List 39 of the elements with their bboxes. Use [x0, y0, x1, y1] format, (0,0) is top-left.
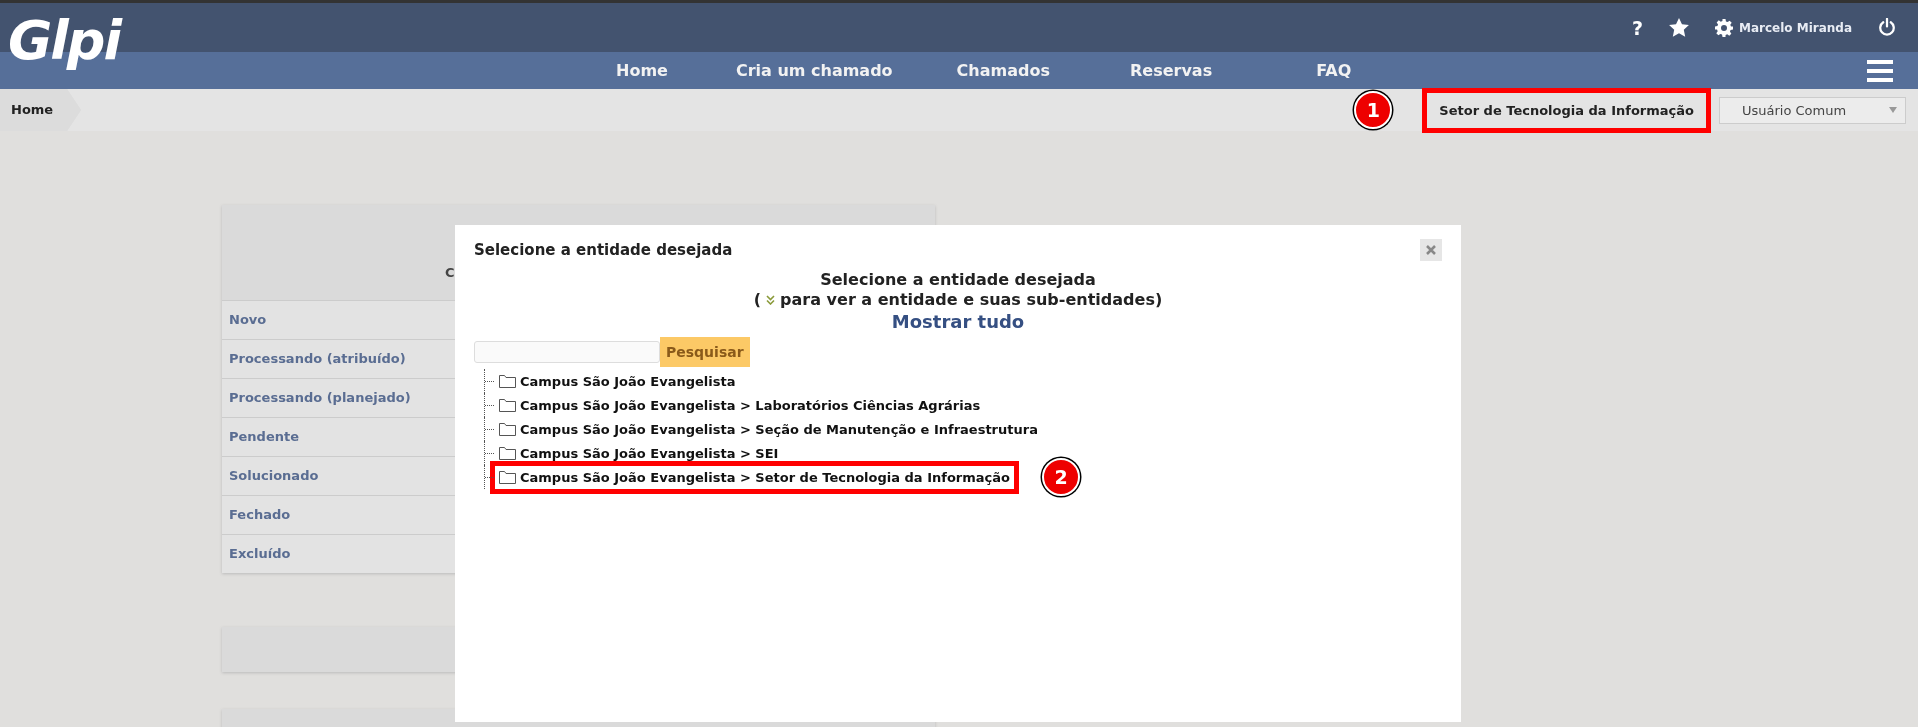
gear-icon[interactable] [1714, 18, 1733, 37]
close-icon [1426, 245, 1436, 255]
user-name[interactable]: Marcelo Miranda [1738, 20, 1852, 35]
nav-link[interactable]: FAQ [1290, 61, 1378, 80]
double-chevron-icon [766, 295, 776, 305]
step-badge: 1 [1354, 91, 1393, 129]
star-icon[interactable] [1668, 18, 1689, 37]
entity-tree-item[interactable]: Campus São João Evangelista > SEI [520, 445, 779, 461]
nav-link[interactable]: Chamados [930, 61, 1076, 80]
nav-link[interactable]: Home [590, 61, 694, 80]
entity-link[interactable]: Setor de Tecnologia da Informação [1422, 87, 1711, 133]
power-icon[interactable] [1878, 18, 1896, 37]
entity-tree-item[interactable]: Campus São João Evangelista [520, 373, 736, 389]
search-button[interactable]: Pesquisar [660, 337, 750, 367]
folder-icon [499, 446, 516, 460]
dialog-title: Selecione a entidade desejada [474, 241, 733, 259]
dialog-heading: Selecione a entidade desejada [820, 270, 1096, 290]
help-icon[interactable]: ? [1631, 16, 1643, 39]
show-all-link[interactable]: Mostrar tudo [891, 310, 1025, 334]
hint-text: ( [753, 290, 762, 310]
search-field[interactable] [474, 341, 660, 363]
entity-tree-item[interactable]: Campus São João Evangelista > Seção de Manutenção e Infraestrutura [520, 421, 1038, 437]
breadcrumb-link[interactable]: Home [0, 89, 82, 131]
close-button[interactable] [1420, 239, 1442, 261]
glpi-logo[interactable]: Glpi [8, 14, 120, 68]
menu-icon[interactable] [1867, 59, 1893, 82]
entity-tree-item[interactable]: Campus São João Evangelista > Setor de Tecnologia da Informação [520, 469, 1010, 485]
folder-icon [499, 398, 516, 412]
profile-select[interactable]: Usuário Comum [1719, 96, 1906, 124]
entity-tree-item[interactable]: Campus São João Evangelista > Laboratórios Ciências Agrárias [520, 397, 981, 413]
caret-icon [1889, 107, 1897, 113]
hint-text: para ver a entidade e suas sub-entidades) [780, 290, 1163, 310]
nav-link[interactable]: Reservas [1104, 61, 1239, 80]
folder-icon [499, 422, 516, 436]
nav-link[interactable]: Cria um chamado [709, 61, 919, 80]
step-badge: 2 [1042, 458, 1080, 496]
folder-icon [499, 374, 516, 388]
column-header: C [445, 265, 455, 280]
folder-icon [499, 470, 516, 484]
